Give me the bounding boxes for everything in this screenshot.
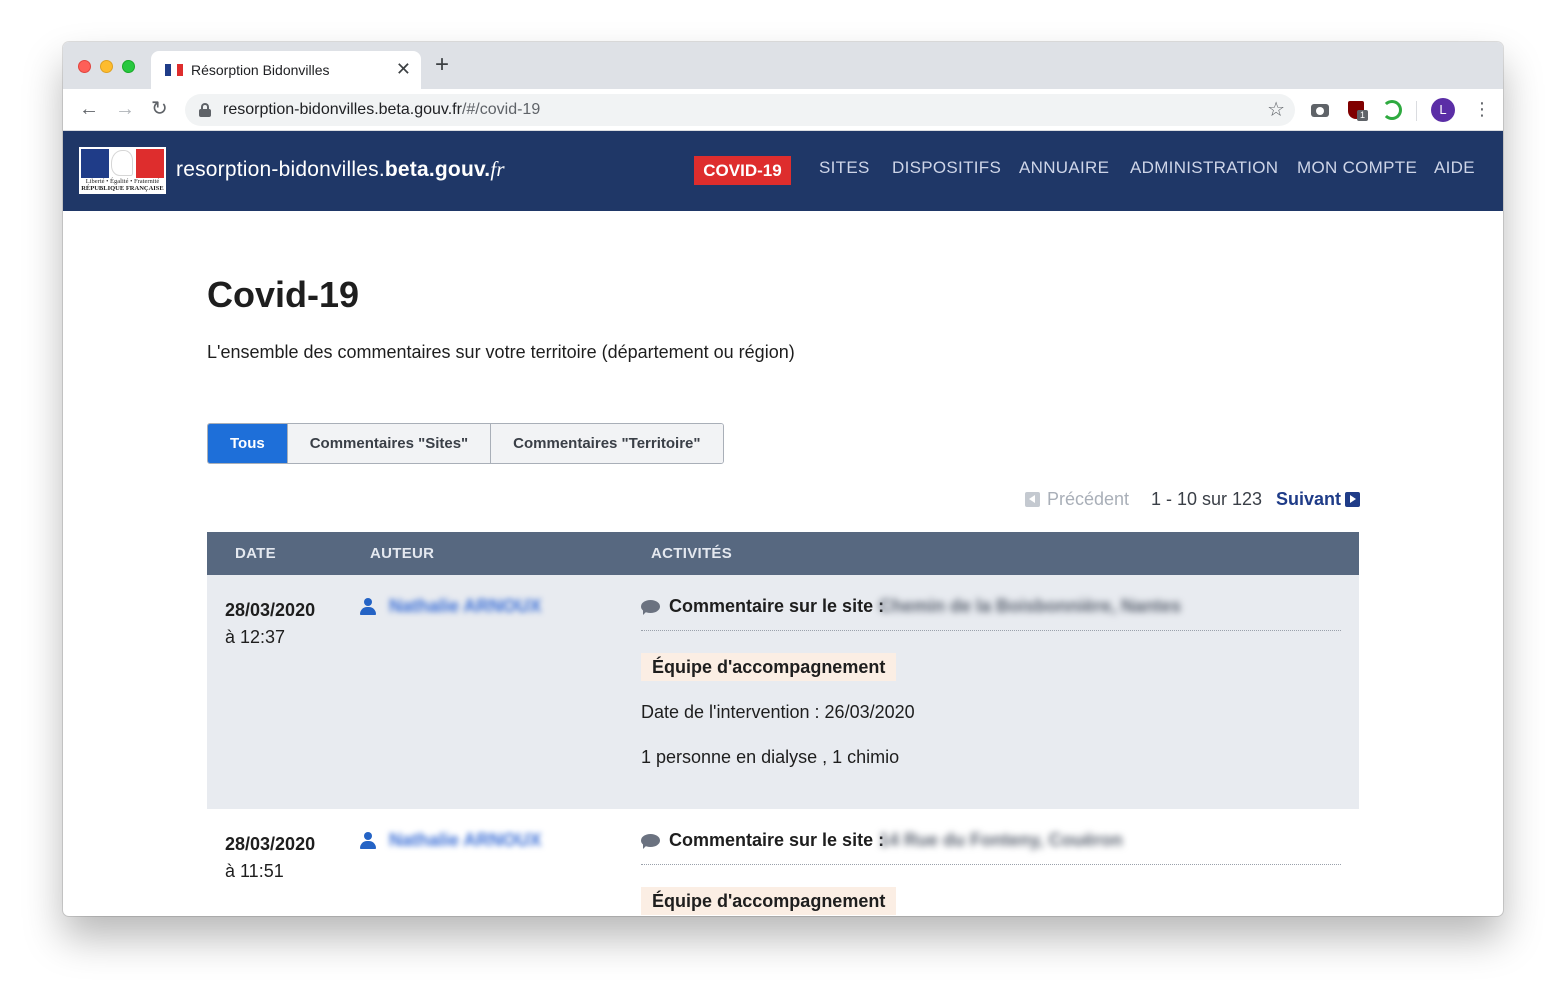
close-window-button[interactable] bbox=[78, 60, 91, 73]
maximize-window-button[interactable] bbox=[122, 60, 135, 73]
previous-button[interactable]: Précédent bbox=[1047, 489, 1129, 510]
bookmark-star-icon[interactable]: ☆ bbox=[1267, 97, 1285, 122]
comments-table: DATE AUTEUR ACTIVITÉS 28/03/2020 à 12:37… bbox=[207, 532, 1359, 916]
profile-avatar[interactable]: L bbox=[1431, 98, 1455, 122]
french-flag-favicon-icon bbox=[165, 64, 183, 76]
column-header-date: DATE bbox=[235, 545, 276, 562]
nav-dispositifs[interactable]: DISPOSITIFS bbox=[892, 158, 1001, 178]
site-header: Liberté • Égalité • Fraternité RÉPUBLIQUE… bbox=[63, 131, 1503, 211]
toolbar-separator bbox=[1416, 101, 1417, 121]
minimize-window-button[interactable] bbox=[100, 60, 113, 73]
lock-icon bbox=[199, 103, 211, 117]
next-button[interactable]: Suivant bbox=[1276, 489, 1341, 510]
previous-icon[interactable] bbox=[1025, 492, 1040, 507]
row-date: 28/03/2020 à 12:37 bbox=[225, 600, 316, 647]
user-icon bbox=[360, 598, 376, 615]
filter-sites-button[interactable]: Commentaires "Sites" bbox=[287, 424, 492, 463]
marianne-logo[interactable]: Liberté • Égalité • Fraternité RÉPUBLIQUE… bbox=[79, 147, 166, 194]
comment-text: 1 personne en dialyse , 1 chimio bbox=[641, 747, 900, 767]
pagination-range: 1 - 10 sur 123 bbox=[1151, 489, 1263, 509]
next-icon[interactable] bbox=[1345, 492, 1360, 507]
author-link[interactable]: Nathalie ARNOUX bbox=[389, 596, 541, 617]
site-link[interactable]: Chemin de la Boisbonnière, Nantes bbox=[879, 596, 1181, 617]
back-arrow-icon[interactable]: ← bbox=[79, 98, 99, 120]
comment-label: Commentaire sur le site : bbox=[669, 596, 885, 616]
row-date: 28/03/2020 à 11:51 bbox=[225, 834, 316, 881]
comment-label: Commentaire sur le site : bbox=[669, 830, 885, 850]
camera-extension-icon[interactable] bbox=[1309, 99, 1331, 121]
nav-aide[interactable]: AIDE bbox=[1434, 158, 1475, 178]
browser-tab[interactable]: Résorption Bidonvilles ✕ bbox=[151, 51, 421, 89]
nav-annuaire[interactable]: ANNUAIRE bbox=[1019, 158, 1109, 178]
comment-icon bbox=[641, 600, 660, 615]
browser-toolbar: ← → ↻ resorption-bidonvilles.beta.gouv.f… bbox=[63, 89, 1503, 131]
nav-administration[interactable]: ADMINISTRATION bbox=[1130, 158, 1278, 178]
nav-covid-19[interactable]: COVID-19 bbox=[694, 156, 791, 185]
site-link[interactable]: 14 Rue du Fonteny, Couëron bbox=[879, 830, 1123, 851]
tab-strip: Résorption Bidonvilles ✕ + bbox=[63, 42, 1503, 89]
tab-close-icon[interactable]: ✕ bbox=[396, 59, 411, 80]
author-link[interactable]: Nathalie ARNOUX bbox=[389, 830, 541, 851]
address-bar[interactable]: resorption-bidonvilles.beta.gouv.fr/#/co… bbox=[185, 94, 1295, 126]
column-header-author: AUTEUR bbox=[370, 545, 435, 562]
site-brand[interactable]: resorption-bidonvilles.beta.gouv.fr bbox=[176, 157, 505, 182]
comment-icon bbox=[641, 834, 660, 849]
url-text: resorption-bidonvilles.beta.gouv.fr/#/co… bbox=[223, 101, 541, 118]
table-row: 28/03/2020 à 12:37 Nathalie ARNOUX Comme… bbox=[207, 575, 1359, 809]
table-header: DATE AUTEUR ACTIVITÉS bbox=[207, 532, 1359, 575]
intervention-date: Date de l'intervention : 26/03/2020 bbox=[641, 702, 915, 722]
green-extension-icon[interactable] bbox=[1381, 99, 1403, 121]
column-header-activities: ACTIVITÉS bbox=[651, 545, 733, 562]
tab-title: Résorption Bidonvilles bbox=[191, 62, 330, 78]
filter-group: Tous Commentaires "Sites" Commentaires "… bbox=[207, 423, 724, 464]
browser-menu-icon[interactable]: ⋮ bbox=[1473, 97, 1491, 121]
page-title: Covid-19 bbox=[207, 274, 360, 315]
row-divider bbox=[641, 630, 1341, 631]
reload-icon[interactable]: ↻ bbox=[151, 98, 168, 120]
row-divider bbox=[641, 864, 1341, 865]
filter-all-button[interactable]: Tous bbox=[208, 424, 288, 463]
ublock-badge: 1 bbox=[1357, 110, 1368, 121]
ublock-extension-icon[interactable]: 1 bbox=[1346, 99, 1368, 121]
filter-territoire-button[interactable]: Commentaires "Territoire" bbox=[491, 424, 723, 463]
forward-arrow-icon[interactable]: → bbox=[115, 98, 135, 120]
team-tag: Équipe d'accompagnement bbox=[641, 887, 897, 915]
team-tag: Équipe d'accompagnement bbox=[641, 653, 897, 681]
new-tab-button[interactable]: + bbox=[435, 53, 449, 77]
table-row: 28/03/2020 à 11:51 Nathalie ARNOUX Comme… bbox=[207, 809, 1359, 916]
page-subtitle: L'ensemble des commentaires sur votre te… bbox=[207, 342, 795, 362]
nav-mon-compte[interactable]: MON COMPTE bbox=[1297, 158, 1417, 178]
nav-sites[interactable]: SITES bbox=[819, 158, 870, 178]
user-icon bbox=[360, 832, 376, 849]
browser-window: Résorption Bidonvilles ✕ + ← → ↻ resorpt… bbox=[63, 42, 1503, 916]
